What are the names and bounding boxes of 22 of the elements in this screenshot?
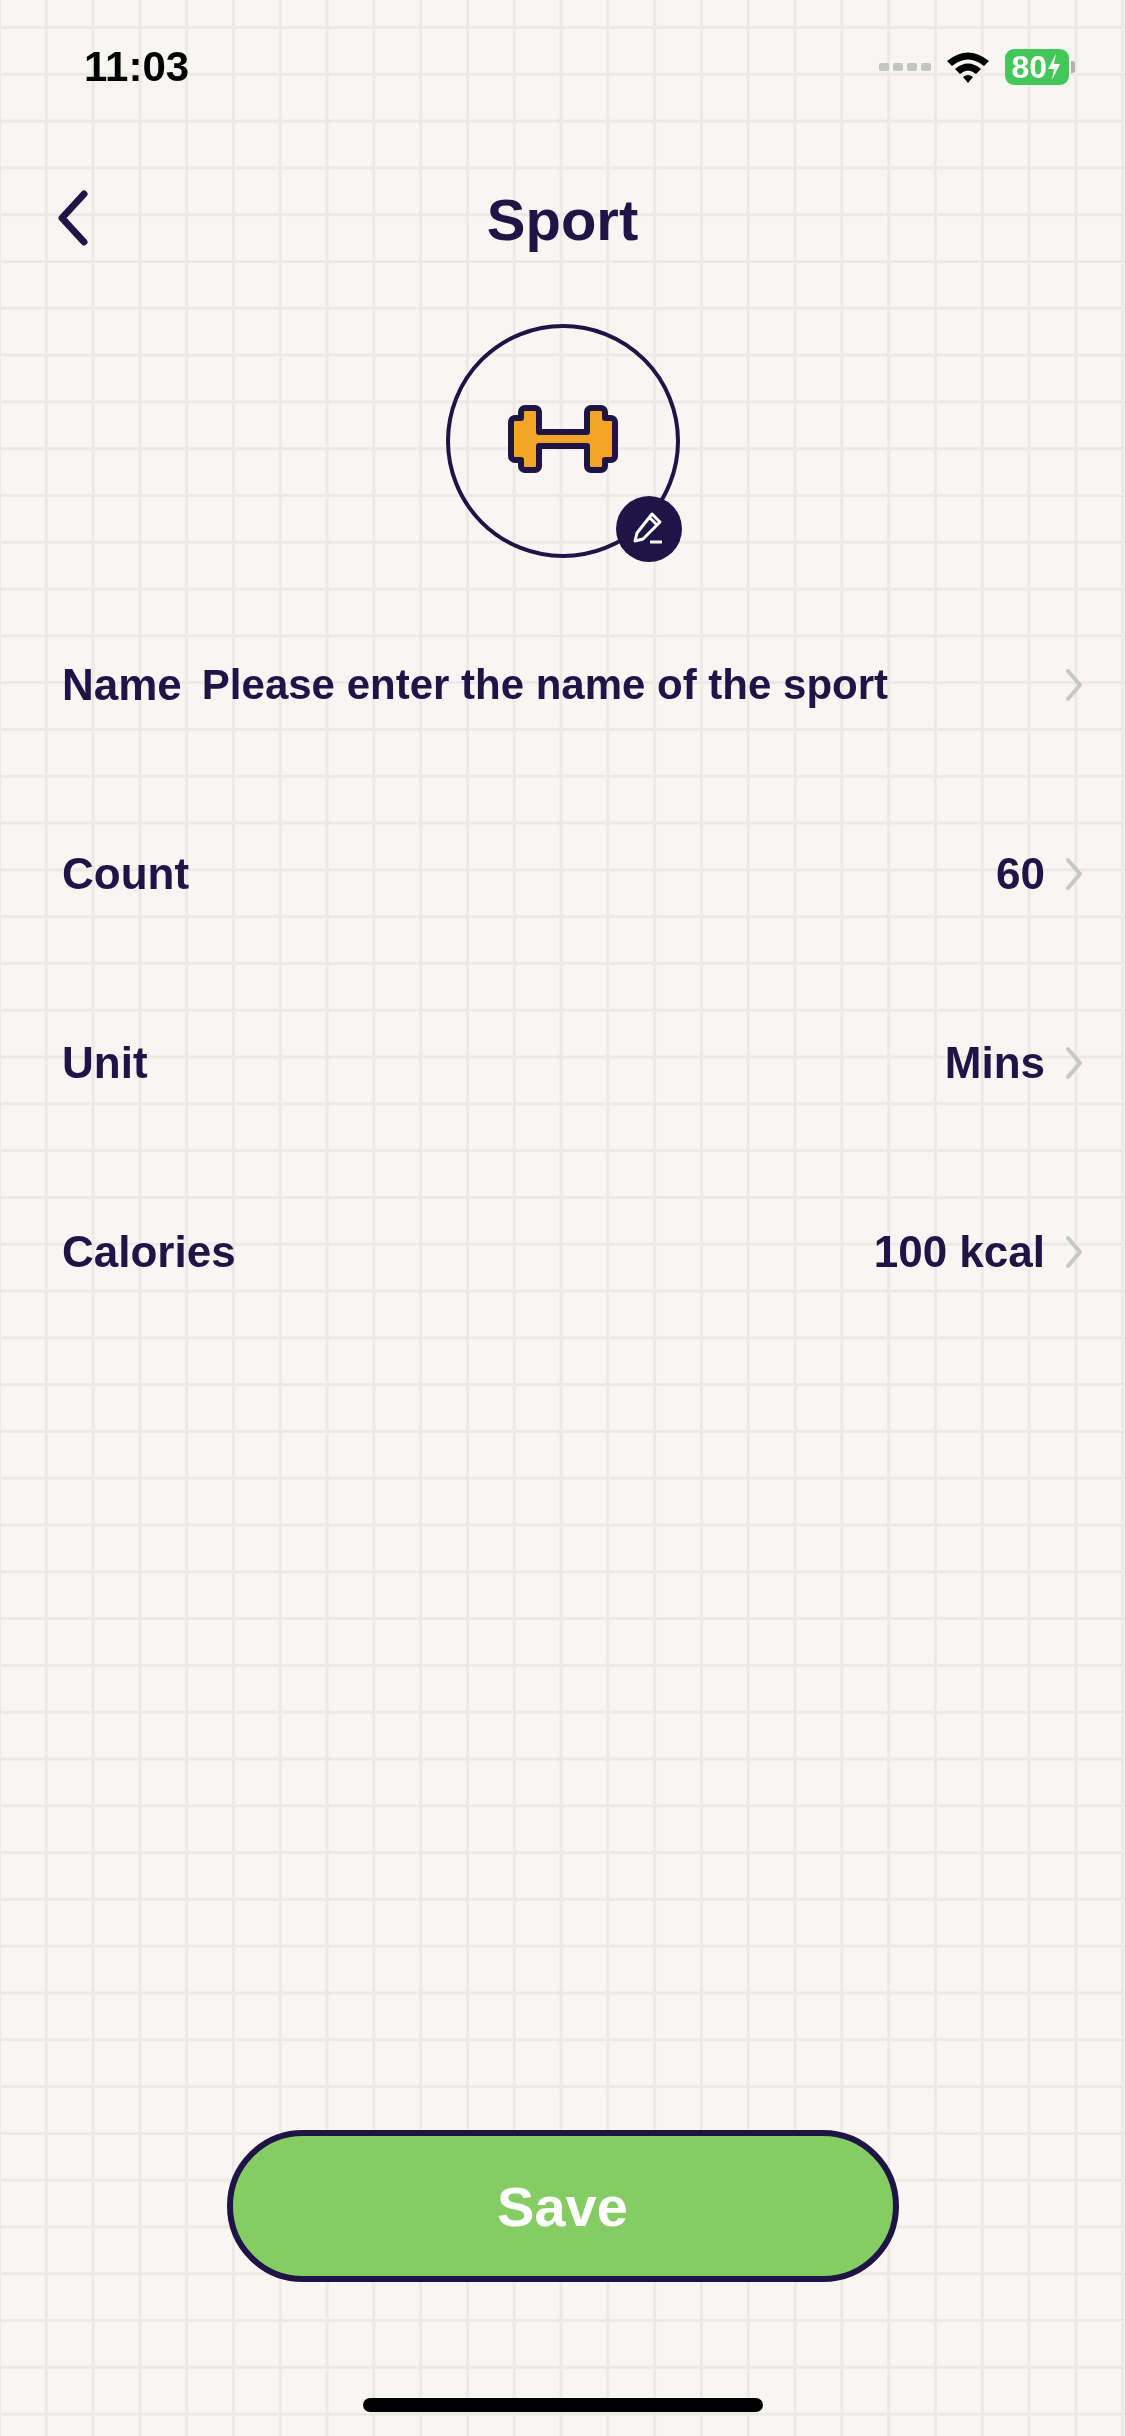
- field-label: Name: [62, 659, 182, 710]
- field-value: 60: [996, 848, 1045, 899]
- form-row[interactable]: Name Please enter the name of the sport: [0, 590, 1125, 779]
- form-row[interactable]: Count 60: [0, 779, 1125, 968]
- wifi-icon: [945, 50, 992, 84]
- status-time: 11:03: [84, 43, 190, 91]
- field-label: Unit: [62, 1037, 148, 1088]
- field-value: 100 kcal: [873, 1226, 1045, 1277]
- field-value: Mins: [944, 1037, 1045, 1088]
- name-field[interactable]: Please enter the name of the sport: [201, 660, 1045, 709]
- chevron-icon: [1065, 1045, 1083, 1080]
- edit-icon[interactable]: [615, 496, 682, 562]
- chevron-icon: [1065, 1234, 1083, 1269]
- page-title: Sport: [486, 185, 639, 253]
- chevron-icon: [1065, 856, 1083, 891]
- form-row[interactable]: Calories 100 kcal: [0, 1157, 1125, 1346]
- chevron-icon: [1065, 667, 1083, 702]
- back-icon[interactable]: [56, 190, 90, 246]
- signal-icon: [879, 61, 932, 73]
- field-label: Calories: [62, 1226, 236, 1277]
- form-row[interactable]: Unit Mins: [0, 968, 1125, 1157]
- field-label: Count: [62, 848, 190, 899]
